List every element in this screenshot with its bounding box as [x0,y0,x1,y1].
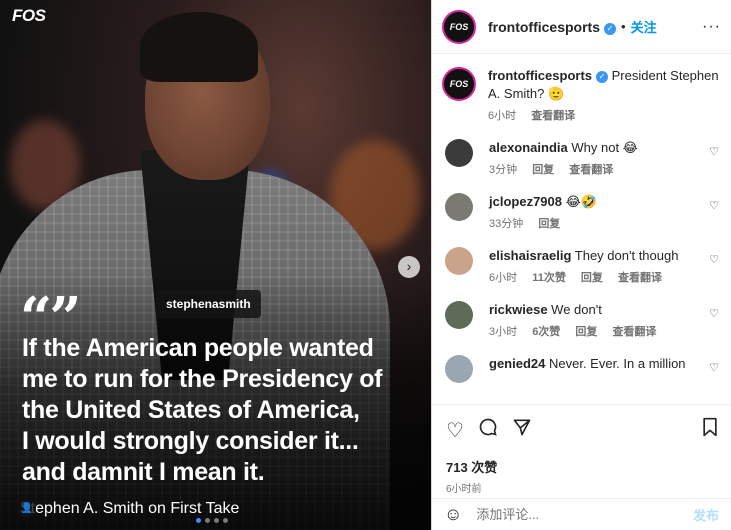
quote-attribution: Stephen A. Smith on First Take [20,500,240,517]
comment-username[interactable]: jclopez7908 [489,194,562,209]
comment-body: rickwiese We don't 3小时 6次赞 回复 查看翻译 [489,301,721,341]
comment-item: rickwiese We don't 3小时 6次赞 回复 查看翻译 ♡ [442,301,721,341]
like-comment-heart-icon[interactable]: ♡ [709,307,719,320]
more-options-icon[interactable]: ··· [702,18,721,36]
post-time: 6小时前 [446,484,482,495]
post-comment-button[interactable]: 发布 [693,505,719,524]
like-heart-icon[interactable]: ♡ [446,418,464,443]
verified-icon: ✓ [604,22,616,35]
reply-button[interactable]: 回复 [575,326,597,338]
comment-body: elishaisraelig They don't though 6小时 11次… [489,247,721,287]
comment-meta: 33分钟 回复 [489,215,701,233]
quote-line: If the American people wanted [22,334,374,362]
comment-input[interactable] [476,507,693,522]
comment-item: jclopez7908 😂🤣 33分钟 回复 ♡ [442,193,721,233]
comment-meta: 3分钟 回复 查看翻译 [489,161,701,179]
author-name-text[interactable]: frontofficesports [488,19,600,35]
comment-username[interactable]: elishaisraelig [489,248,571,263]
add-comment-bar: ☺ 发布 [432,498,731,530]
caption-body: frontofficesports ✓ President Stephen A. … [488,67,721,125]
comment-time: 33分钟 [489,218,524,230]
verified-icon: ✓ [596,71,608,83]
comment-username[interactable]: genied24 [489,356,545,371]
comment-time: 6小时 [489,272,518,284]
comment-bubble-icon[interactable] [478,417,498,443]
caption-time: 6小时 [488,110,517,122]
comment-likes[interactable]: 6次赞 [532,326,560,338]
carousel-dot [223,518,228,523]
user-tag-icon[interactable]: 👤 [18,500,36,518]
user-tag[interactable]: stephenasmith [156,290,261,318]
comment-text: Why not 😂 [571,140,638,155]
carousel-next-button[interactable]: › [398,256,420,278]
comment-body: alexonaindia Why not 😂 3分钟 回复 查看翻译 [489,139,721,179]
like-comment-heart-icon[interactable]: ♡ [709,253,719,266]
commenter-avatar[interactable] [445,247,473,275]
comment-time: 3小时 [489,326,518,338]
comment-likes[interactable]: 11次赞 [532,272,566,284]
carousel-dot [196,518,201,523]
post-media[interactable]: FOS “” stephenasmith If the American peo… [0,0,431,530]
translate-link[interactable]: 查看翻译 [618,272,662,284]
commenter-avatar[interactable] [445,301,473,329]
quote-text: If the American people wanted me to run … [22,333,422,488]
fos-logo: FOS [12,6,46,25]
comment-text: 😂🤣 [565,194,598,209]
separator: • [621,19,626,34]
quote-line: me to run for the Presidency of [22,365,383,393]
quote-line: the United States of America, [22,396,360,424]
comment-body: genied24 Never. Ever. In a million [489,355,721,373]
save-bookmark-icon[interactable] [701,417,719,443]
like-comment-heart-icon[interactable]: ♡ [709,361,719,374]
author-name[interactable]: frontofficesports ✓ [488,19,616,35]
carousel-dot [205,518,210,523]
post-header: FOS frontofficesports ✓ • 关注 ··· [432,0,731,54]
commenter-avatar[interactable] [445,355,473,383]
comment-text: Never. Ever. In a million [548,356,686,371]
reply-button[interactable]: 回复 [532,164,554,176]
comment-meta: 6小时 11次赞 回复 查看翻译 [489,269,701,287]
post-actions: ♡ 713 次赞 6小时前 [432,404,731,495]
like-comment-heart-icon[interactable]: ♡ [709,199,719,212]
comment-item: alexonaindia Why not 😂 3分钟 回复 查看翻译 ♡ [442,139,721,179]
emoji-icon[interactable]: ☺ [444,504,462,525]
post-caption: FOS frontofficesports ✓ President Stephen… [442,55,721,125]
translate-link[interactable]: 查看翻译 [612,326,656,338]
translate-link[interactable]: 查看翻译 [531,110,575,122]
carousel-dots [196,518,228,523]
quote-line: and damnit I mean it. [22,458,265,486]
instagram-post-view: FOS “” stephenasmith If the American peo… [0,0,731,530]
like-comment-heart-icon[interactable]: ♡ [709,145,719,158]
carousel-dot [214,518,219,523]
reply-button[interactable]: 回复 [581,272,603,284]
translate-link[interactable]: 查看翻译 [569,164,613,176]
comments-list[interactable]: FOS frontofficesports ✓ President Stephen… [432,55,731,403]
comment-time: 3分钟 [489,164,518,176]
comment-text: They don't though [574,248,679,263]
action-icons: ♡ [446,417,719,443]
author-avatar[interactable]: FOS [442,9,476,44]
quote-line: I would strongly consider it... [22,427,359,455]
likes-count[interactable]: 713 次赞 [446,457,719,476]
comment-meta: 3小时 6次赞 回复 查看翻译 [489,323,701,341]
comment-item: elishaisraelig They don't though 6小时 11次… [442,247,721,287]
comment-username[interactable]: alexonaindia [489,140,568,155]
person-hair [140,12,258,82]
comment-item: genied24 Never. Ever. In a million ♡ [442,355,721,383]
post-side-panel: FOS frontofficesports ✓ • 关注 ··· FOS fron… [431,0,731,530]
reply-button[interactable]: 回复 [538,218,560,230]
comment-username[interactable]: rickwiese [489,302,548,317]
commenter-avatar[interactable] [445,193,473,221]
caption-meta: 6小时 查看翻译 [488,107,721,125]
comment-body: jclopez7908 😂🤣 33分钟 回复 [489,193,721,233]
share-send-icon[interactable] [512,417,532,443]
comment-text: We don't [551,302,602,317]
follow-button[interactable]: 关注 [631,17,657,36]
caption-username[interactable]: frontofficesports [488,68,592,83]
author-avatar[interactable]: FOS [442,67,476,101]
commenter-avatar[interactable] [445,139,473,167]
